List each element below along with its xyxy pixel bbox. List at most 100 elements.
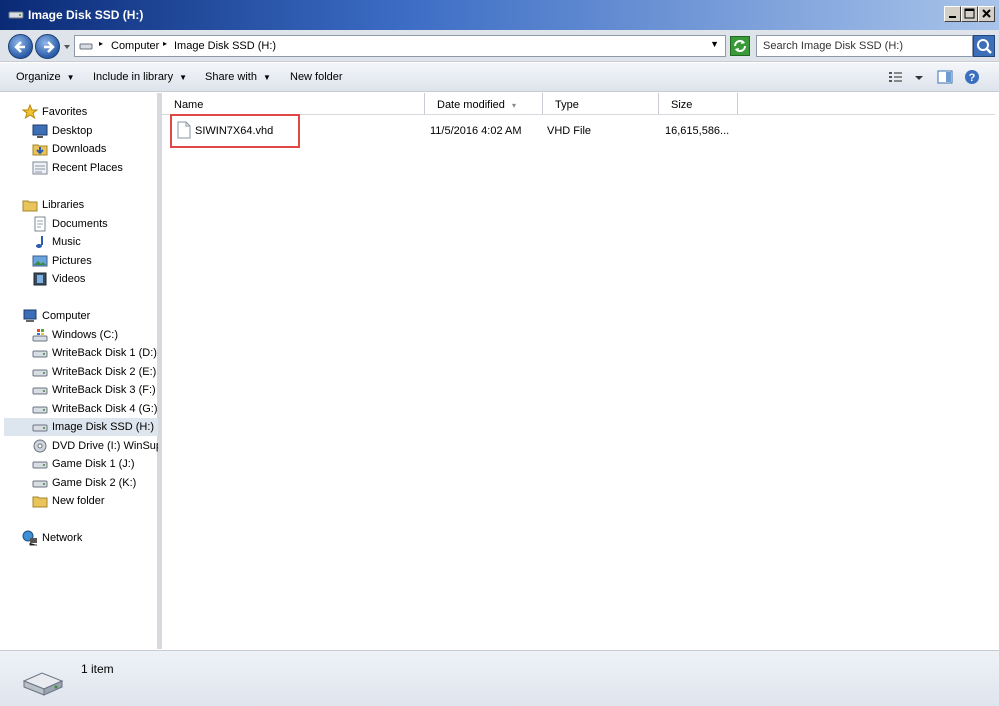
nav-drive-c[interactable]: Windows (C:)	[32, 326, 158, 344]
change-view-icon[interactable]	[888, 69, 904, 85]
nav-label: Image Disk SSD (H:)	[52, 421, 155, 433]
nav-drive-k[interactable]: Game Disk 2 (K:)	[32, 474, 158, 492]
chevron-down-icon: ▼	[66, 73, 75, 82]
highlight-box	[170, 114, 300, 148]
back-button[interactable]	[8, 34, 33, 59]
nav-pictures[interactable]: Pictures	[32, 252, 158, 270]
nav-label: Computer	[42, 310, 91, 322]
column-header-type[interactable]: Type	[543, 93, 659, 115]
nav-label: New folder	[52, 495, 105, 507]
search-input[interactable]: Search Image Disk SSD (H:)	[756, 35, 973, 57]
column-header-name[interactable]: Name	[162, 93, 425, 115]
maximize-button[interactable]	[961, 6, 978, 22]
breadcrumb-separator-icon[interactable]: ▸	[99, 39, 103, 48]
nav-label: Videos	[52, 273, 86, 285]
nav-label: Recent Places	[52, 162, 123, 174]
arrow-left-icon	[14, 41, 25, 53]
recent-pages-dropdown[interactable]	[62, 42, 72, 52]
nav-network[interactable]: Network	[22, 529, 152, 547]
nav-drive-d[interactable]: WriteBack Disk 1 (D:)	[32, 344, 158, 362]
nav-drive-h[interactable]: Image Disk SSD (H:)	[4, 418, 158, 436]
nav-label: WriteBack Disk 3 (F:)	[52, 384, 156, 396]
nav-drive-i[interactable]: DVD Drive (I:) WinSup	[32, 437, 158, 455]
music-icon	[36, 236, 43, 248]
nav-label: Network	[42, 532, 83, 544]
nav-label: Desktop	[52, 125, 93, 137]
navigation-pane[interactable]: Favorites Desktop Downloads Recent Place…	[4, 93, 158, 649]
help-icon[interactable]: ?	[964, 69, 980, 85]
column-header-label: Date modified	[437, 99, 505, 111]
nav-videos[interactable]: Videos	[32, 270, 158, 288]
nav-drive-g[interactable]: WriteBack Disk 4 (G:)	[32, 400, 158, 418]
nav-libraries[interactable]: Libraries	[22, 196, 152, 214]
nav-drive-e[interactable]: WriteBack Disk 2 (E:)	[32, 363, 158, 381]
minimize-button[interactable]	[944, 6, 961, 22]
hard-drive-icon	[32, 387, 48, 395]
nav-recent-places[interactable]: Recent Places	[32, 159, 158, 177]
documents-icon	[34, 216, 46, 232]
computer-icon	[23, 309, 37, 322]
address-box[interactable]: ▸ Computer ▸ Image Disk SSD (H:) ▼	[74, 35, 726, 57]
nav-label: Favorites	[42, 106, 88, 118]
nav-desktop[interactable]: Desktop	[32, 122, 158, 140]
network-icon	[22, 530, 37, 546]
file-size: 16,615,586...	[665, 125, 730, 137]
window-title: Image Disk SSD (H:)	[28, 8, 144, 22]
forward-button[interactable]	[35, 34, 60, 59]
view-options-dropdown-icon[interactable]	[913, 69, 925, 85]
desktop-icon	[32, 124, 48, 138]
share-with-button[interactable]: Share with ▼	[205, 71, 271, 83]
command-bar: Organize ▼ Include in library ▼ Share with…	[0, 63, 999, 92]
hard-drive-icon	[22, 672, 64, 696]
hard-drive-icon	[32, 480, 48, 488]
preview-pane-icon[interactable]	[937, 69, 953, 85]
file-type: VHD File	[547, 125, 592, 137]
organize-button[interactable]: Organize ▼	[16, 71, 75, 83]
column-header-date-modified[interactable]: Date modified ▾	[425, 93, 543, 115]
file-date-modified: 11/5/2016 4:02 AM	[430, 125, 522, 137]
nav-label: Game Disk 2 (K:)	[52, 477, 137, 489]
include-in-library-button[interactable]: Include in library ▼	[93, 71, 187, 83]
breadcrumb-drive[interactable]: Image Disk SSD (H:)	[174, 40, 276, 52]
nav-label: WriteBack Disk 1 (D:)	[52, 347, 157, 359]
drive-icon	[8, 11, 24, 19]
nav-label: Pictures	[52, 255, 92, 267]
pictures-icon	[32, 255, 48, 267]
nav-label: Downloads	[52, 143, 107, 155]
videos-icon	[33, 272, 47, 286]
nav-downloads[interactable]: Downloads	[32, 140, 158, 158]
hard-drive-icon	[32, 424, 48, 432]
nav-new-folder[interactable]: New folder	[32, 492, 158, 510]
title-bar[interactable]: Image Disk SSD (H:)	[0, 0, 999, 30]
hard-drive-icon	[32, 406, 48, 414]
chevron-down-icon: ▼	[179, 73, 188, 82]
breadcrumb-separator-icon[interactable]: ▸	[163, 39, 167, 48]
item-count: 1 item	[81, 662, 114, 676]
nav-drive-j[interactable]: Game Disk 1 (J:)	[32, 455, 158, 473]
file-list[interactable]: Name Date modified ▾ Type Size SIWIN7X64…	[162, 93, 995, 649]
column-header-size[interactable]: Size	[659, 93, 738, 115]
nav-drive-f[interactable]: WriteBack Disk 3 (F:)	[32, 381, 158, 399]
new-folder-button[interactable]: New folder	[290, 71, 343, 83]
nav-label: WriteBack Disk 4 (G:)	[52, 403, 158, 415]
nav-music[interactable]: Music	[32, 233, 158, 251]
chevron-down-icon: ▼	[262, 73, 271, 82]
drive-icon	[79, 43, 93, 50]
minimize-icon	[949, 16, 956, 18]
share-with-label: Share with	[205, 71, 257, 83]
nav-favorites[interactable]: Favorites	[22, 103, 152, 121]
address-dropdown-icon[interactable]: ▼	[710, 39, 719, 49]
close-icon	[982, 9, 991, 18]
nav-label: Music	[52, 236, 81, 248]
downloads-folder-icon	[32, 144, 48, 156]
close-button[interactable]	[978, 6, 995, 22]
refresh-button[interactable]	[730, 36, 750, 56]
hard-drive-icon	[32, 369, 48, 377]
nav-documents[interactable]: Documents	[32, 215, 158, 233]
nav-computer[interactable]: Computer	[22, 307, 152, 325]
breadcrumb-computer[interactable]: Computer	[111, 40, 159, 52]
search-button[interactable]	[973, 35, 995, 57]
column-header-filler	[738, 93, 995, 115]
folder-icon	[32, 496, 48, 508]
dvd-drive-icon	[33, 439, 47, 453]
